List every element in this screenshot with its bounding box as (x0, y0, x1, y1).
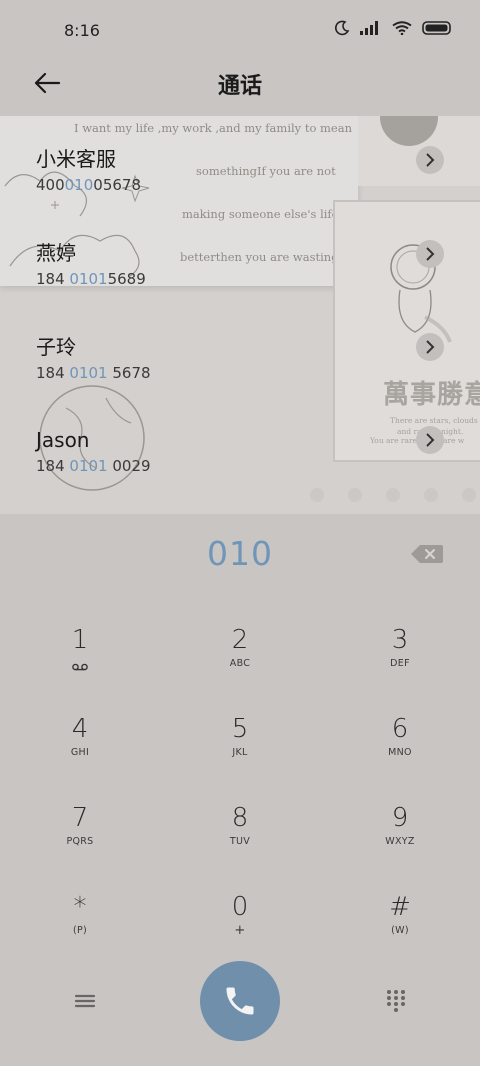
key-digit: 8 (231, 803, 249, 833)
poster-caption: There are stars, clouds (390, 416, 478, 425)
contact-name: 小米客服 (36, 147, 116, 171)
chevron-right-icon (426, 153, 435, 167)
key-letters: GHI (70, 747, 90, 758)
contact-details-button[interactable] (416, 333, 444, 361)
moon-icon (335, 20, 350, 36)
status-bar: 8:16 (0, 0, 480, 62)
key-letters: WXYZ (385, 836, 415, 847)
key-letters: + (234, 923, 246, 938)
quote-line: I want my life ,my work ,and my family t… (74, 121, 353, 135)
key-1[interactable]: 1 (25, 624, 135, 694)
key-2[interactable]: 2 ABC (185, 624, 295, 694)
quote-line: making someone else's life (182, 207, 339, 221)
key-star[interactable]: * (P) (25, 891, 135, 961)
status-time: 8:16 (64, 21, 100, 40)
key-7[interactable]: 7 PQRS (25, 802, 135, 872)
key-digit: 3 (391, 625, 409, 655)
key-digit: * (73, 892, 87, 922)
backspace-button[interactable] (410, 543, 444, 565)
signal-icon (360, 21, 378, 35)
key-letters: DEF (390, 658, 410, 669)
key-letters: PQRS (66, 836, 94, 847)
backspace-icon (411, 545, 443, 563)
keypad-icon (387, 990, 405, 1012)
header: 通话 (0, 60, 480, 106)
dialed-number: 010 (207, 534, 273, 573)
key-letters: (P) (72, 925, 88, 936)
contact-suggestion[interactable]: 小米客服 40001005678 (36, 146, 336, 195)
chevron-right-icon (426, 433, 435, 447)
contact-name: 燕婷 (36, 241, 76, 265)
contact-details-button[interactable] (416, 240, 444, 268)
key-digit: 2 (231, 625, 249, 655)
page-title: 通话 (217, 74, 262, 99)
key-0[interactable]: 0 + (185, 891, 295, 961)
contact-suggestion[interactable]: Jason 184 0101 0029 (36, 427, 336, 476)
contact-number: 184 0101 0029 (36, 457, 151, 475)
chevron-right-icon (426, 340, 435, 354)
key-digit: 5 (231, 714, 249, 744)
contact-name: 子玲 (36, 335, 76, 359)
key-digit: # (389, 892, 411, 922)
key-letters: MNO (388, 747, 412, 758)
key-digit: 1 (71, 625, 89, 655)
key-digit: 4 (71, 714, 89, 744)
wifi-icon (392, 21, 412, 35)
poster-title: 萬事勝意 (383, 380, 480, 410)
key-letters: TUV (229, 836, 251, 847)
key-8[interactable]: 8 TUV (185, 802, 295, 872)
sticker-shape (380, 116, 438, 146)
contact-suggestion[interactable]: 子玲 184 0101 5678 (36, 334, 336, 383)
call-button[interactable] (200, 961, 280, 1041)
contact-number: 40001005678 (36, 176, 141, 194)
menu-icon (74, 994, 96, 1008)
chevron-right-icon (426, 247, 435, 261)
key-letters: ABC (229, 658, 251, 669)
phone-icon (226, 987, 254, 1015)
key-9[interactable]: 9 WXYZ (345, 802, 455, 872)
contact-number: 184 0101 5678 (36, 364, 151, 382)
status-icons (334, 20, 452, 36)
contact-details-button[interactable] (416, 426, 444, 454)
key-digit: 0 (231, 892, 249, 922)
key-letters: JKL (232, 747, 248, 758)
key-6[interactable]: 6 MNO (345, 713, 455, 783)
toggle-keypad-button[interactable] (384, 988, 408, 1012)
contact-name: Jason (36, 428, 90, 452)
bottom-action-bar (0, 960, 480, 1042)
key-digit: 9 (391, 803, 409, 833)
key-5[interactable]: 5 JKL (185, 713, 295, 783)
contact-number: 184 01015689 (36, 270, 146, 288)
contact-details-button[interactable] (416, 146, 444, 174)
key-hash[interactable]: # (W) (345, 891, 455, 961)
decorative-dots (310, 488, 480, 502)
key-4[interactable]: 4 GHI (25, 713, 135, 783)
key-digit: 7 (71, 803, 89, 833)
menu-button[interactable] (70, 988, 100, 1014)
battery-icon (422, 21, 451, 35)
voicemail-icon (72, 663, 88, 671)
key-letters: (W) (391, 925, 409, 936)
key-digit: 6 (391, 714, 409, 744)
contact-suggestion[interactable]: 燕婷 184 01015689 (36, 240, 336, 289)
key-3[interactable]: 3 DEF (345, 624, 455, 694)
